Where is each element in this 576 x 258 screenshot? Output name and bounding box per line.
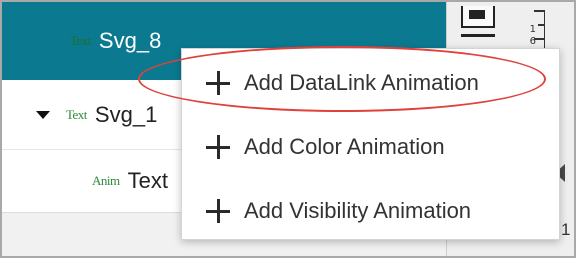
expand-caret-icon[interactable] <box>36 110 50 119</box>
type-badge: Text <box>70 33 91 48</box>
menu-item-add-color-animation[interactable]: Add Color Animation <box>182 119 561 175</box>
plus-icon <box>206 71 230 95</box>
canvas-thumbnail-icon[interactable] <box>461 6 495 28</box>
menu-item-label: Add Visibility Animation <box>244 198 472 223</box>
type-badge: Text <box>66 106 87 122</box>
tree-item-name: Svg_1 <box>94 101 158 127</box>
menu-item-label: Add Color Animation <box>244 134 445 159</box>
ruler-tick <box>538 24 544 26</box>
thumbnail-bar <box>461 34 495 37</box>
context-menu: Add DataLink Animation Add Color Animati… <box>181 48 560 240</box>
menu-item-add-visibility-animation[interactable]: Add Visibility Animation <box>182 183 561 239</box>
ruler-label: 1 <box>529 24 536 35</box>
type-badge: Anim <box>92 173 120 188</box>
menu-item-add-datalink-animation[interactable]: Add DataLink Animation <box>182 55 561 111</box>
edge-label: 1 <box>561 220 571 239</box>
ruler-label: 6 <box>529 36 536 47</box>
plus-icon <box>206 135 230 159</box>
menu-item-label: Add DataLink Animation <box>244 70 479 95</box>
tree-item-name: Text <box>127 168 168 193</box>
ruler-tick <box>534 10 544 12</box>
window-frame: Text Svg_8 Text Svg_1 Anim Text 1 6 1 Ad… <box>0 0 576 258</box>
plus-icon <box>206 199 230 223</box>
tree-item-name: Svg_8 <box>98 28 162 53</box>
